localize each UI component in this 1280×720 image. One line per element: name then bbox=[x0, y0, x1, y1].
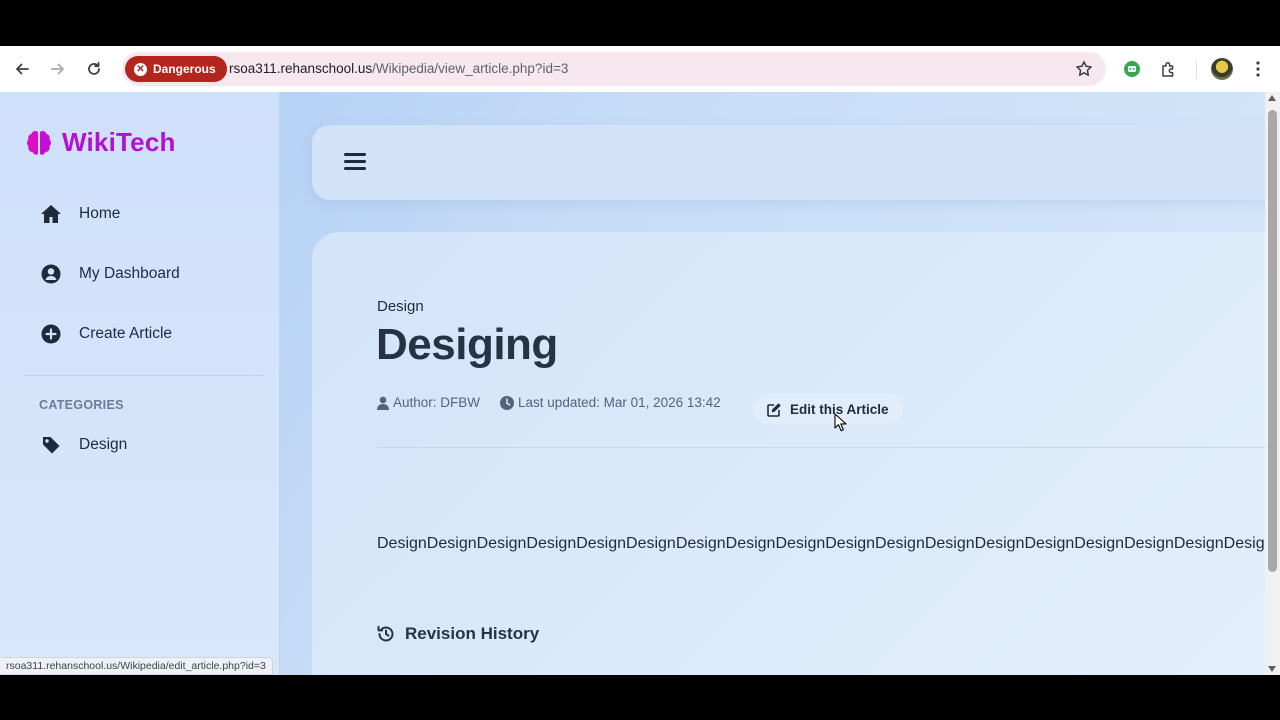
sidebar-category-design[interactable]: Design bbox=[40, 434, 127, 456]
user-icon bbox=[377, 396, 389, 410]
mouse-pointer-icon bbox=[834, 413, 847, 432]
scroll-down-arrow-icon[interactable] bbox=[1268, 666, 1276, 672]
browser-menu-button[interactable] bbox=[1246, 57, 1270, 81]
logo-text: WikiTech bbox=[62, 127, 176, 157]
reload-icon bbox=[88, 61, 100, 75]
tag-icon bbox=[40, 434, 62, 456]
revision-history-label: Revision History bbox=[405, 624, 540, 643]
scroll-thumb[interactable] bbox=[1268, 110, 1277, 572]
back-arrow-icon bbox=[16, 63, 29, 75]
sidebar-divider bbox=[24, 375, 264, 376]
security-warning-chip[interactable]: ✕ Dangerous bbox=[125, 56, 227, 82]
user-circle-icon bbox=[40, 263, 62, 285]
article-updated: Last updated: Mar 01, 2026 13:42 bbox=[500, 395, 721, 410]
forward-arrow-icon bbox=[51, 63, 64, 75]
scroll-up-arrow-icon[interactable] bbox=[1268, 95, 1276, 101]
article-divider bbox=[377, 447, 1280, 448]
article-body: DesignDesignDesignDesignDesignDesignDesi… bbox=[377, 535, 1265, 552]
top-bar bbox=[312, 125, 1280, 200]
sidebar-item-create-article[interactable]: Create Article bbox=[40, 323, 172, 345]
url-path: /Wikipedia/view_article.php?id=3 bbox=[372, 61, 569, 76]
hamburger-menu-icon[interactable] bbox=[344, 151, 366, 173]
url-host: rsoa311.rehanschool.us bbox=[229, 61, 373, 76]
screen: ✕ Dangerous rsoa311.rehanschool.us/Wikip… bbox=[0, 0, 1280, 720]
back-button[interactable] bbox=[10, 57, 34, 81]
history-icon bbox=[377, 625, 394, 642]
profile-avatar[interactable] bbox=[1211, 58, 1233, 80]
forward-button[interactable] bbox=[46, 57, 70, 81]
article-meta: Author: DFBW Last updated: Mar 01, 2026 … bbox=[377, 395, 741, 410]
warning-x-icon: ✕ bbox=[134, 62, 147, 76]
sidebar-item-label: Create Article bbox=[79, 325, 173, 342]
article-card: Design Desiging Author: DFBW Last update… bbox=[312, 232, 1280, 675]
article-category-link[interactable]: Design bbox=[377, 298, 424, 315]
robot-extension-icon bbox=[1124, 61, 1140, 77]
categories-heading: CATEGORIES bbox=[39, 398, 124, 412]
reload-button[interactable] bbox=[82, 57, 106, 81]
page-scrollbar[interactable] bbox=[1265, 92, 1280, 675]
article-title: Desiging bbox=[376, 320, 558, 369]
bookmark-star-icon[interactable] bbox=[1075, 60, 1093, 78]
brain-icon bbox=[27, 130, 51, 155]
toolbar-separator bbox=[1196, 61, 1197, 79]
edit-icon bbox=[767, 402, 781, 417]
article-author: Author: DFBW bbox=[377, 395, 480, 410]
plus-circle-icon bbox=[40, 323, 62, 345]
sidebar-item-dashboard[interactable]: My Dashboard bbox=[40, 263, 180, 285]
kebab-menu-icon bbox=[1256, 61, 1260, 77]
address-bar[interactable]: ✕ Dangerous rsoa311.rehanschool.us/Wikip… bbox=[122, 52, 1106, 86]
author-text: Author: DFBW bbox=[393, 395, 481, 410]
status-bar-url: rsoa311.rehanschool.us/Wikipedia/edit_ar… bbox=[0, 657, 273, 675]
clock-icon bbox=[500, 395, 515, 410]
sidebar-item-home[interactable]: Home bbox=[40, 203, 120, 225]
puzzle-icon bbox=[1162, 61, 1174, 77]
security-label: Dangerous bbox=[153, 62, 216, 76]
revision-history-heading: Revision History bbox=[376, 624, 539, 644]
sidebar: WikiTech Home My Dashboard Create Articl… bbox=[0, 92, 280, 675]
sidebar-item-label: Design bbox=[79, 436, 128, 453]
sidebar-item-label: My Dashboard bbox=[79, 265, 180, 282]
browser-toolbar: ✕ Dangerous rsoa311.rehanschool.us/Wikip… bbox=[0, 46, 1280, 92]
page-viewport: WikiTech Home My Dashboard Create Articl… bbox=[0, 92, 1280, 675]
url-text[interactable]: rsoa311.rehanschool.us/Wikipedia/view_ar… bbox=[229, 61, 568, 76]
site-logo[interactable]: WikiTech bbox=[24, 127, 176, 158]
sidebar-item-label: Home bbox=[79, 205, 121, 222]
extension-button[interactable] bbox=[1120, 57, 1144, 81]
home-icon bbox=[40, 203, 62, 225]
edit-article-button[interactable]: Edit this Article bbox=[753, 394, 903, 424]
updated-text: Last updated: Mar 01, 2026 13:42 bbox=[518, 395, 721, 410]
extensions-menu-button[interactable] bbox=[1157, 57, 1181, 81]
